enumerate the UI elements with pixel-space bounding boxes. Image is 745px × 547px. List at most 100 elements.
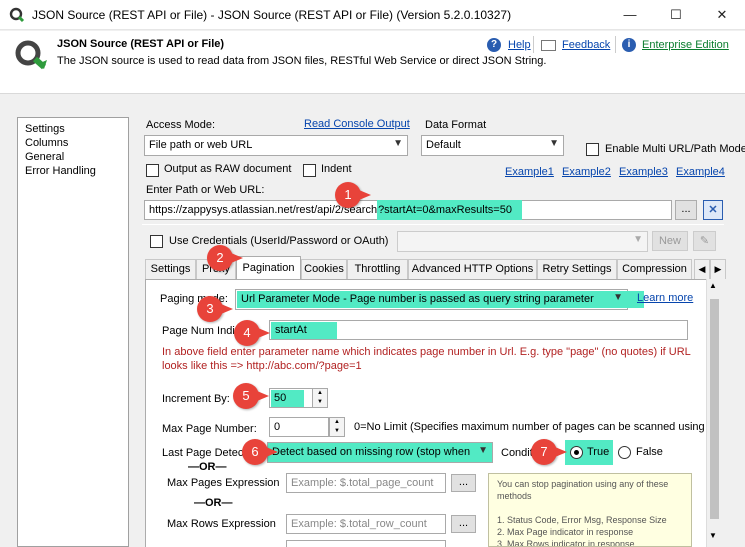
- max-pages-browse-button[interactable]: ...: [451, 474, 476, 492]
- info-line: [497, 502, 683, 514]
- info-line: You can stop pagination using any of the…: [497, 479, 669, 489]
- app-icon: [9, 7, 25, 23]
- last-page-detection-dropdown[interactable]: Detect based on missing row (stop when ▼: [267, 442, 493, 463]
- info-line: 3. Max Rows indicator in response: [497, 539, 635, 547]
- increment-by-input[interactable]: 50: [269, 388, 313, 408]
- mail-icon: [541, 40, 556, 51]
- access-mode-value: File path or web URL: [149, 139, 253, 151]
- scroll-down-icon[interactable]: ▼: [709, 531, 717, 540]
- max-page-stepper[interactable]: ▲ ▼: [329, 417, 345, 437]
- page-num-hint-line1: In above field enter parameter name whic…: [162, 346, 691, 358]
- condition-true-radio[interactable]: [570, 446, 583, 459]
- nav-item-error-handling[interactable]: Error Handling: [25, 165, 96, 177]
- or-separator: —OR—: [188, 461, 227, 473]
- component-description: The JSON source is used to read data fro…: [57, 55, 547, 67]
- data-format-dropdown[interactable]: Default ▼: [421, 135, 564, 156]
- info-icon: i: [622, 38, 636, 52]
- nav-item-columns[interactable]: Columns: [25, 137, 68, 149]
- increment-stepper[interactable]: ▲ ▼: [312, 388, 328, 408]
- chevron-down-icon: ▼: [633, 234, 643, 245]
- scrollbar-thumb[interactable]: [710, 299, 719, 519]
- zappysys-logo-icon: [15, 40, 47, 70]
- path-label: Enter Path or Web URL:: [146, 184, 265, 196]
- divider: [533, 36, 534, 53]
- feedback-link[interactable]: Feedback: [562, 39, 610, 51]
- minimize-button[interactable]: —: [607, 0, 653, 30]
- max-page-number-label: Max Page Number:: [162, 423, 257, 435]
- multi-url-checkbox[interactable]: [586, 143, 599, 156]
- multi-url-label: Enable Multi URL/Path Mode: [605, 143, 745, 155]
- tab-pagination[interactable]: Pagination: [236, 256, 301, 280]
- nav-item-settings[interactable]: Settings: [25, 123, 65, 135]
- help-icon: ?: [487, 38, 501, 52]
- read-console-output-link[interactable]: Read Console Output: [304, 118, 410, 130]
- edit-connection-icon[interactable]: ✎: [693, 231, 716, 251]
- nav-item-general[interactable]: General: [25, 151, 64, 163]
- tab-scroll-left-icon[interactable]: ◀: [694, 259, 710, 279]
- close-button[interactable]: ✕: [699, 0, 745, 30]
- indent-checkbox[interactable]: [303, 164, 316, 177]
- max-pages-expression-placeholder: Example: $.total_page_count: [291, 477, 434, 489]
- help-link[interactable]: Help: [508, 39, 531, 51]
- increment-by-value: 50: [271, 390, 305, 407]
- tab-throttling[interactable]: Throttling: [347, 259, 408, 279]
- callout-marker-2: 2: [207, 245, 243, 271]
- max-pages-expression-label: Max Pages Expression: [167, 477, 280, 489]
- chevron-down-icon: ▼: [478, 445, 488, 456]
- stepper-down-icon[interactable]: ▼: [313, 398, 327, 407]
- path-url-input[interactable]: https://zappysys.atlassian.net/rest/api/…: [144, 200, 672, 220]
- increment-by-label: Increment By:: [162, 393, 230, 405]
- learn-more-link[interactable]: Learn more: [637, 292, 693, 304]
- example1-link[interactable]: Example1: [505, 166, 554, 178]
- enterprise-edition-link[interactable]: Enterprise Edition: [642, 39, 729, 51]
- clear-icon[interactable]: ✕: [703, 200, 723, 220]
- callout-marker-1: 1: [335, 182, 371, 208]
- max-pages-expression-input[interactable]: Example: $.total_page_count: [286, 473, 446, 493]
- raw-output-checkbox[interactable]: [146, 164, 159, 177]
- tab-scroll-right-icon[interactable]: ▶: [710, 259, 726, 279]
- page-num-indicator-input[interactable]: startAt: [269, 320, 688, 340]
- callout-marker-4: 4: [234, 320, 270, 346]
- browse-button[interactable]: ...: [675, 200, 697, 220]
- maximize-button[interactable]: ☐: [653, 0, 699, 30]
- new-connection-button[interactable]: New: [652, 231, 688, 251]
- tab-cookies[interactable]: Cookies: [301, 259, 347, 279]
- tab-compression[interactable]: Compression: [617, 259, 692, 279]
- or-separator: —OR—: [194, 497, 233, 509]
- stepper-up-icon[interactable]: ▲: [330, 418, 344, 427]
- condition-false-radio[interactable]: [618, 446, 631, 459]
- max-rows-expression-input[interactable]: Example: $.total_row_count: [286, 514, 446, 534]
- max-rows-browse-button[interactable]: ...: [451, 515, 476, 533]
- scroll-up-icon[interactable]: ▲: [709, 281, 717, 290]
- tab-advanced-http-options[interactable]: Advanced HTTP Options: [408, 259, 537, 279]
- example4-link[interactable]: Example4: [676, 166, 725, 178]
- chevron-down-icon: ▼: [613, 292, 623, 303]
- access-mode-dropdown[interactable]: File path or web URL ▼: [144, 135, 408, 156]
- chevron-down-icon: ▼: [549, 138, 559, 149]
- connection-dropdown[interactable]: ▼: [397, 231, 648, 252]
- next-expression-input[interactable]: [286, 540, 446, 547]
- settings-nav-list: Settings Columns General Error Handling: [17, 117, 129, 547]
- page-num-hint-line2: looks like this => http://abc.com/?page=…: [162, 360, 362, 372]
- example2-link[interactable]: Example2: [562, 166, 611, 178]
- example3-link[interactable]: Example3: [619, 166, 668, 178]
- max-rows-expression-placeholder: Example: $.total_row_count: [291, 518, 427, 530]
- stepper-down-icon[interactable]: ▼: [330, 427, 344, 436]
- path-url-query: ?startAt=0&maxResults=50: [377, 200, 522, 220]
- callout-marker-5: 5: [233, 383, 269, 409]
- info-line: 1. Status Code, Error Msg, Response Size: [497, 515, 667, 525]
- max-page-number-input[interactable]: 0: [269, 417, 329, 437]
- use-credentials-checkbox[interactable]: [150, 235, 163, 248]
- stepper-up-icon[interactable]: ▲: [313, 389, 327, 398]
- divider: [615, 36, 616, 53]
- window-title: JSON Source (REST API or File) - JSON So…: [32, 8, 512, 22]
- use-credentials-label: Use Credentials (UserId/Password or OAut…: [169, 235, 389, 247]
- paging-mode-dropdown[interactable]: Url Parameter Mode - Page number is pass…: [235, 289, 644, 310]
- panel-scrollbar[interactable]: ▲ ▼: [706, 279, 721, 547]
- callout-marker-3: 3: [197, 296, 233, 322]
- max-rows-expression-label: Max Rows Expression: [167, 518, 276, 530]
- info-line: 2. Max Page indicator in response: [497, 527, 634, 537]
- tab-settings[interactable]: Settings: [145, 259, 196, 279]
- tab-retry-settings[interactable]: Retry Settings: [537, 259, 617, 279]
- last-page-detection-value: Detect based on missing row (stop when: [272, 446, 471, 458]
